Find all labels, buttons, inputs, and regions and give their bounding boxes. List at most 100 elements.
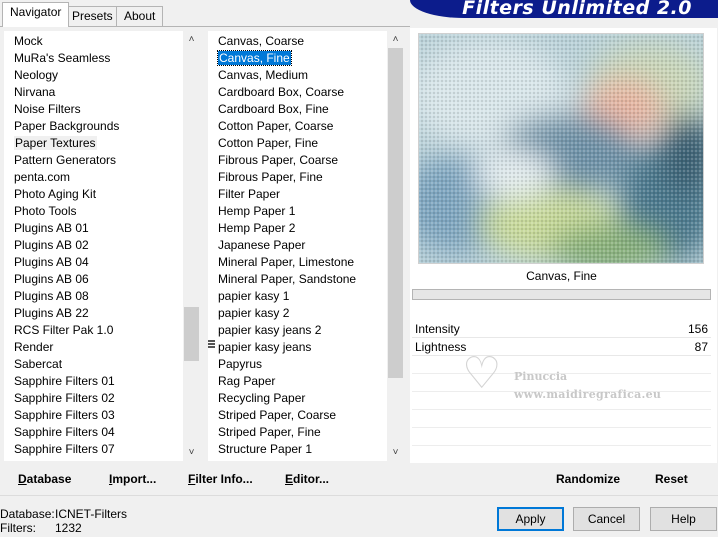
filter-list-item[interactable]: Fibrous Paper, Fine (208, 169, 387, 186)
filter-list-item[interactable]: Striped Paper, Fine (208, 424, 387, 441)
category-list-item[interactable]: Photo Tools (4, 203, 183, 220)
filter-info-button[interactable]: Filter Info... (188, 472, 253, 486)
category-item-label: Photo Aging Kit (14, 187, 97, 201)
category-list-item[interactable]: Plugins AB 06 (4, 271, 183, 288)
import-button[interactable]: Import... (109, 472, 156, 486)
filter-list-item[interactable]: Hemp Paper 1 (208, 203, 387, 220)
category-list-item[interactable]: Sapphire Filters 03 (4, 407, 183, 424)
database-button[interactable]: Database (18, 472, 71, 486)
scroll-up-icon[interactable]: ˄ (183, 31, 200, 48)
filter-list-item[interactable]: Cardboard Box, Fine (208, 101, 387, 118)
param-row-empty (412, 410, 711, 428)
scroll-up-icon[interactable]: ˄ (387, 31, 404, 48)
category-item-label: MuRa's Seamless (14, 51, 111, 65)
category-list-item[interactable]: Plugins AB 02 (4, 237, 183, 254)
filter-list-item[interactable]: Mineral Paper, Limestone (208, 254, 387, 271)
param-value[interactable]: 156 (688, 322, 708, 336)
category-list-item[interactable]: Sapphire Filters 01 (4, 373, 183, 390)
category-list-item[interactable]: Plugins AB 08 (4, 288, 183, 305)
tab-navigator[interactable]: Navigator (2, 2, 70, 27)
category-list-item[interactable]: Pattern Generators (4, 152, 183, 169)
category-list-item[interactable]: MuRa's Seamless (4, 50, 183, 67)
category-item-label: Mock (14, 34, 43, 48)
filter-scrollbar[interactable]: ˄ ˅ (387, 31, 404, 461)
filter-list-item[interactable]: Papyrus (208, 356, 387, 373)
filter-list-item[interactable]: Structure Paper 2 (208, 458, 387, 461)
category-item-label: Sabercat (14, 357, 63, 371)
randomize-button[interactable]: Randomize (556, 472, 620, 486)
scroll-down-icon[interactable]: ˅ (183, 444, 200, 461)
filter-list-item[interactable]: Rag Paper (208, 373, 387, 390)
category-list-item[interactable]: Noise Filters (4, 101, 183, 118)
filter-item-label: Filter Paper (218, 187, 281, 201)
filter-list-item[interactable]: Filter Paper (208, 186, 387, 203)
filter-list-item[interactable]: Striped Paper, Coarse (208, 407, 387, 424)
scroll-down-icon[interactable]: ˅ (387, 444, 404, 461)
category-item-label: Sapphire Filters 07 (14, 442, 115, 456)
category-scrollbar[interactable]: ˄ ˅ (183, 31, 200, 461)
filter-item-label: Striped Paper, Fine (218, 425, 321, 439)
category-item-label: Pattern Generators (14, 153, 117, 167)
tab-presets[interactable]: Presets (64, 6, 121, 26)
filter-list-item[interactable]: Recycling Paper (208, 390, 387, 407)
filter-list-item[interactable]: papier kasy 1 (208, 288, 387, 305)
filter-list-item[interactable]: Structure Paper 1 (208, 441, 387, 458)
category-list-item[interactable]: Sapphire Filters 08 (4, 458, 183, 461)
editor-button[interactable]: Editor... (285, 472, 329, 486)
filter-item-label: Canvas, Medium (218, 68, 309, 82)
category-list-item[interactable]: Plugins AB 01 (4, 220, 183, 237)
category-list-item[interactable]: Neology (4, 67, 183, 84)
category-item-label: Nirvana (14, 85, 56, 99)
filter-list-item[interactable]: Fibrous Paper, Coarse (208, 152, 387, 169)
filter-list-item[interactable]: papier kasy jeans 2 (208, 322, 387, 339)
filter-list[interactable]: Canvas, Coarse Canvas, Fine Canvas, Medium… (208, 31, 387, 461)
category-list-item[interactable]: Mock (4, 33, 183, 50)
filter-list-item[interactable]: Cardboard Box, Coarse (208, 84, 387, 101)
param-row-intensity[interactable]: Intensity 156 (412, 320, 711, 338)
category-list-item[interactable]: Sapphire Filters 07 (4, 441, 183, 458)
filter-item-label: Rag Paper (218, 374, 276, 388)
category-list-panel: Mock MuRa's Seamless Neology Nirvana Noise F… (4, 31, 200, 461)
category-list-item[interactable]: Sapphire Filters 04 (4, 424, 183, 441)
param-value[interactable]: 87 (695, 340, 708, 354)
category-list-item[interactable]: Paper Backgrounds (4, 118, 183, 135)
filter-list-item[interactable]: Japanese Paper (208, 237, 387, 254)
category-list-item[interactable]: Nirvana (4, 84, 183, 101)
help-button[interactable]: Help (650, 507, 717, 531)
filter-item-label: Japanese Paper (218, 238, 306, 252)
category-list-item[interactable]: Sapphire Filters 02 (4, 390, 183, 407)
filter-item-label: Striped Paper, Coarse (218, 408, 337, 422)
param-label: Intensity (415, 322, 460, 336)
category-list-item[interactable]: Plugins AB 22 (4, 305, 183, 322)
app-banner: Filters Unlimited 2.0 (410, 0, 718, 18)
filter-list-item[interactable]: Canvas, Fine (208, 50, 387, 67)
apply-button[interactable]: Apply (497, 507, 564, 531)
category-list-item[interactable]: RCS Filter Pak 1.0 (4, 322, 183, 339)
tab-about[interactable]: About (116, 6, 164, 26)
scroll-thumb[interactable] (388, 48, 403, 378)
category-list-item[interactable]: Sabercat (4, 356, 183, 373)
filter-list-item[interactable]: papier kasy 2 (208, 305, 387, 322)
category-list-item[interactable]: Photo Aging Kit (4, 186, 183, 203)
filter-item-label: papier kasy 1 (218, 289, 290, 303)
watermark-url: www.maidiregrafica.eu (514, 388, 662, 401)
filter-item-label: Cotton Paper, Fine (218, 136, 319, 150)
filter-list-item[interactable]: Canvas, Coarse (208, 33, 387, 50)
scroll-thumb[interactable] (184, 307, 199, 361)
filter-list-item[interactable]: Cotton Paper, Coarse (208, 118, 387, 135)
category-list-item[interactable]: Render (4, 339, 183, 356)
reset-button[interactable]: Reset (655, 472, 688, 486)
filter-list-item[interactable]: Hemp Paper 2 (208, 220, 387, 237)
filter-list-item[interactable]: papier kasy jeans (208, 339, 387, 356)
param-row-lightness[interactable]: Lightness 87 (412, 338, 711, 356)
filter-list-item[interactable]: Mineral Paper, Sandstone (208, 271, 387, 288)
category-list-item[interactable]: Plugins AB 04 (4, 254, 183, 271)
category-list-item[interactable]: Paper Textures (4, 135, 183, 152)
filter-list-item[interactable]: Canvas, Medium (208, 67, 387, 84)
filter-list-item[interactable]: Cotton Paper, Fine (208, 135, 387, 152)
filter-item-label: Mineral Paper, Sandstone (218, 272, 357, 286)
cancel-button[interactable]: Cancel (573, 507, 640, 531)
category-list[interactable]: Mock MuRa's Seamless Neology Nirvana Noise F… (4, 31, 183, 461)
category-list-item[interactable]: penta.com (4, 169, 183, 186)
param-row-empty (412, 428, 711, 446)
